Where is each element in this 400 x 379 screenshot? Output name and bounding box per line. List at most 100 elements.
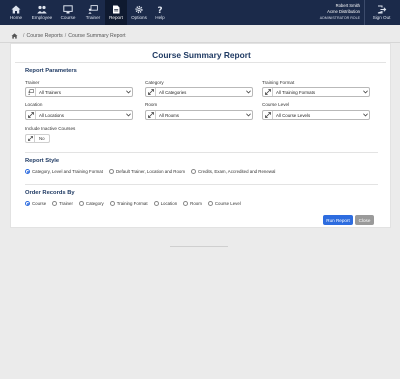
order-records-options: Course Trainer Category Training Format … — [25, 201, 247, 206]
document-icon — [113, 5, 120, 14]
nav-employee[interactable]: Employee — [29, 0, 55, 25]
nav-trainer-label: Trainer — [85, 15, 101, 20]
radio-label: Category — [85, 201, 104, 206]
radio-button[interactable] — [207, 201, 213, 206]
expand-icon[interactable] — [263, 88, 273, 96]
nav-report[interactable]: Report — [105, 0, 127, 25]
course-level-select-value: All Course Levels — [276, 112, 311, 118]
location-select[interactable]: All Locations — [25, 110, 133, 120]
order-records-heading: Order Records By — [25, 190, 75, 196]
question-icon: ? — [157, 6, 162, 14]
breadcrumb-separator: / — [64, 32, 67, 39]
sign-out-icon — [377, 5, 386, 14]
radio-label: Credits, Exam, Accredited and Renewal — [198, 169, 276, 174]
svg-text:?: ? — [157, 6, 162, 14]
expand-icon[interactable] — [263, 111, 273, 119]
room-select[interactable]: All Rooms — [145, 110, 253, 120]
presenter-icon[interactable] — [26, 88, 36, 96]
radio-button[interactable] — [108, 169, 114, 174]
radio-button[interactable] — [78, 201, 84, 206]
style-option-trainer-location-room[interactable]: Default Trainer, Location and Room — [108, 169, 185, 174]
trainer-select[interactable]: All Trainers — [25, 87, 133, 97]
sign-out-label: Sign Out — [372, 15, 391, 20]
expand-icon[interactable] — [146, 88, 156, 96]
expand-icon[interactable] — [26, 135, 35, 142]
room-label: Room — [145, 102, 158, 107]
nav-options-label: Options — [131, 15, 147, 20]
location-label: Location — [25, 102, 43, 107]
sign-out-button[interactable]: Sign Out — [364, 0, 398, 25]
radio-button[interactable] — [183, 201, 189, 206]
trainer-select-value: All Trainers — [39, 89, 61, 95]
order-option-trainer[interactable]: Trainer — [52, 201, 73, 206]
breadcrumb-separator: / — [23, 32, 25, 39]
nav-course[interactable]: Course — [56, 0, 80, 25]
order-option-room[interactable]: Room — [183, 201, 202, 206]
radio-label: Location — [160, 201, 178, 206]
user-info[interactable]: Robert Smith Acme Distribution ADMINISTR… — [282, 3, 360, 21]
radio-label: Trainer — [59, 201, 73, 206]
radio-button[interactable] — [109, 201, 115, 206]
radio-button[interactable] — [52, 201, 58, 206]
style-option-category-level-format[interactable]: Category, Level and Training Format — [25, 169, 103, 174]
run-report-button[interactable]: Run Report — [323, 215, 353, 225]
breadcrumb-course-reports[interactable]: Course Reports — [26, 33, 62, 39]
radio-label: Training Format — [116, 201, 148, 206]
training-format-label: Training Format — [262, 80, 295, 85]
course-level-label: Course Level — [262, 102, 290, 107]
section-divider — [25, 184, 378, 185]
include-inactive-toggle[interactable]: No — [25, 134, 50, 143]
include-inactive-value: No — [39, 136, 45, 141]
radio-label: Course Level — [214, 201, 241, 206]
order-option-location[interactable]: Location — [153, 201, 178, 206]
nav-trainer[interactable]: Trainer — [81, 0, 105, 25]
report-style-options: Category, Level and Training Format Defa… — [25, 169, 281, 174]
nav-home[interactable]: Home — [4, 0, 28, 25]
course-level-select[interactable]: All Course Levels — [262, 110, 370, 120]
category-select[interactable]: All Categories — [145, 87, 253, 97]
report-card: Course Summary Report Report Parameters … — [10, 43, 391, 228]
radio-label: Category, Level and Training Format — [32, 169, 103, 174]
radio-button[interactable] — [25, 201, 30, 206]
gear-icon — [135, 5, 143, 14]
report-parameters-heading: Report Parameters — [25, 68, 77, 74]
home-icon — [11, 5, 21, 14]
location-select-value: All Locations — [39, 112, 64, 118]
nav-options[interactable]: Options — [128, 0, 150, 25]
trainer-label: Trainer — [25, 80, 40, 85]
order-option-course-level[interactable]: Course Level — [207, 201, 241, 206]
order-option-course[interactable]: Course — [25, 201, 46, 206]
nav-employee-label: Employee — [31, 15, 53, 20]
report-style-heading: Report Style — [25, 158, 60, 164]
chevron-down-icon — [124, 90, 132, 94]
radio-button[interactable] — [153, 201, 159, 206]
top-nav-bar: Home Employee Course Trainer Report Opti… — [0, 0, 400, 25]
radio-button[interactable] — [25, 169, 30, 174]
chevron-down-icon — [361, 90, 369, 94]
expand-icon[interactable] — [26, 111, 36, 119]
expand-icon[interactable] — [146, 111, 156, 119]
category-label: Category — [145, 80, 164, 85]
home-icon[interactable] — [11, 32, 18, 39]
chevron-down-icon — [124, 113, 132, 117]
order-option-training-format[interactable]: Training Format — [109, 201, 148, 206]
order-option-category[interactable]: Category — [78, 201, 104, 206]
people-icon — [37, 5, 47, 14]
style-option-credits-exam[interactable]: Credits, Exam, Accredited and Renewal — [191, 169, 275, 174]
nav-course-label: Course — [60, 15, 76, 20]
chevron-down-icon — [244, 90, 252, 94]
include-inactive-label: Include Inactive Courses — [25, 126, 76, 131]
presenter-icon — [88, 5, 98, 14]
radio-button[interactable] — [191, 169, 197, 174]
title-divider — [15, 62, 386, 63]
breadcrumb: / Course Reports / Course Summary Report — [0, 29, 400, 42]
nav-home-label: Home — [9, 15, 23, 20]
user-role: ADMINISTRATOR ROLE — [319, 16, 360, 20]
nav-report-label: Report — [109, 15, 123, 20]
training-format-select[interactable]: All Training Formats — [262, 87, 370, 97]
radio-label: Course — [32, 201, 47, 206]
chevron-down-icon — [361, 113, 369, 117]
nav-help[interactable]: ? Help — [150, 0, 170, 25]
chevron-down-icon — [244, 113, 252, 117]
close-button[interactable]: Close — [355, 215, 374, 225]
